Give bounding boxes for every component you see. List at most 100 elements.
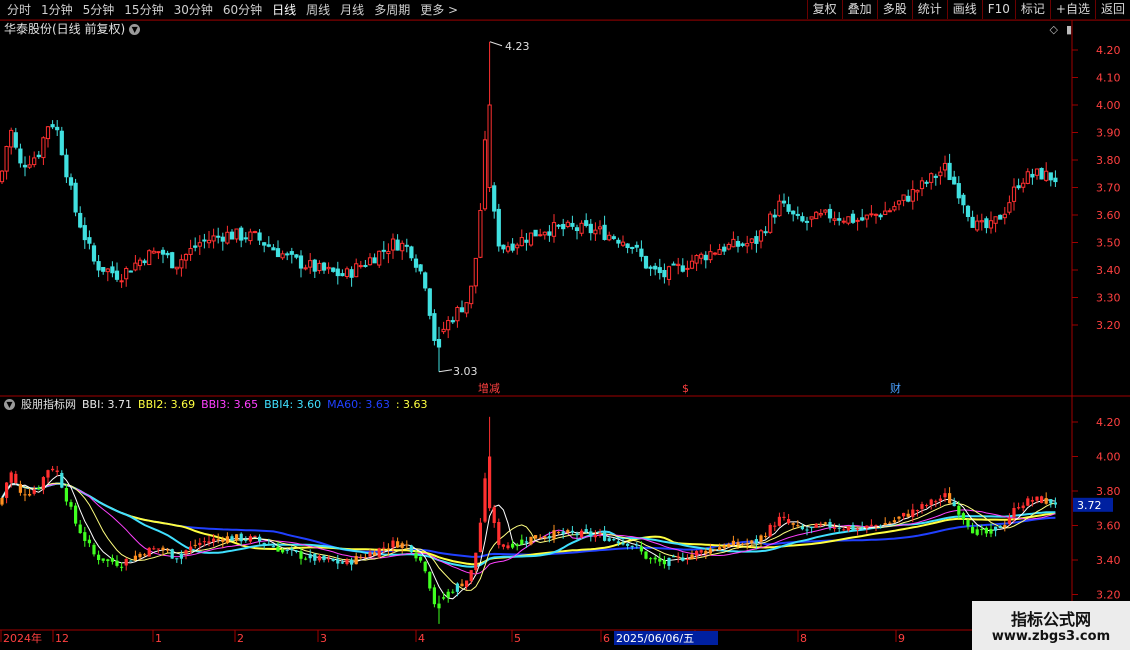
ind-candle-body xyxy=(469,570,473,582)
ind-candle-body xyxy=(736,542,740,546)
ind-candle-body xyxy=(294,550,298,552)
ind-candle-body xyxy=(718,547,722,551)
ind-candle-body xyxy=(846,526,850,531)
bbi-line xyxy=(1,474,1056,600)
main-axis-label-5: 3.70 xyxy=(1096,182,1121,195)
ind-candle-body xyxy=(754,539,758,544)
ind-candle-body xyxy=(929,499,933,506)
ind-candle-body xyxy=(1021,505,1025,509)
main-candle-body xyxy=(703,254,708,261)
main-candle-body xyxy=(662,269,667,278)
main-candle-body xyxy=(262,242,267,246)
ind-candle-body xyxy=(975,529,979,535)
ind-candle-body xyxy=(593,535,597,538)
main-candle-body xyxy=(331,267,336,272)
ind-candle-body xyxy=(5,482,9,498)
ind-candle-body xyxy=(1049,499,1053,504)
main-candle-body xyxy=(1034,168,1040,176)
indicator-candles xyxy=(0,416,1057,624)
ind-candle-body xyxy=(396,541,400,548)
main-candle-body xyxy=(436,339,442,348)
main-candle-body xyxy=(9,129,14,148)
main-candle-body xyxy=(919,180,925,190)
main-candle-body xyxy=(377,250,382,266)
main-candle-body xyxy=(469,285,474,305)
main-candle-body xyxy=(183,253,189,261)
main-candle-body xyxy=(574,227,580,232)
ind-candle-body xyxy=(455,583,459,592)
ind-candle-body xyxy=(244,539,248,541)
ind-candle-body xyxy=(879,525,883,527)
main-candle-body xyxy=(174,266,179,270)
main-candle-body xyxy=(804,220,810,223)
main-axis-label-6: 3.60 xyxy=(1096,209,1121,222)
main-candle-body xyxy=(883,210,888,216)
main-candle-body xyxy=(722,246,727,252)
ind-candle-body xyxy=(925,505,929,507)
main-candle-body xyxy=(749,238,754,244)
ind-candle-body xyxy=(943,493,947,498)
main-candle-body xyxy=(206,239,212,244)
ind-candle-body xyxy=(18,484,22,493)
ind-candle-body xyxy=(552,530,556,539)
main-candle-body xyxy=(55,126,60,131)
bbi2-line xyxy=(1,482,1056,591)
ind-candle-body xyxy=(998,525,1002,529)
main-candle-body xyxy=(432,313,437,341)
main-candle-body xyxy=(386,250,391,255)
ind-candle-body xyxy=(584,529,588,533)
main-candle-body xyxy=(289,251,294,255)
ind-candle-body xyxy=(386,548,390,550)
main-candle-body xyxy=(975,220,980,231)
ind-candle-body xyxy=(658,558,662,562)
ind-candle-body xyxy=(69,502,73,507)
ind-axis-label-5: 3.20 xyxy=(1096,589,1121,602)
main-candle-body xyxy=(929,173,934,183)
main-candle-body xyxy=(142,260,147,264)
ind-candle-body xyxy=(616,541,620,544)
main-candle-body xyxy=(998,214,1003,220)
time-label-1: 12 xyxy=(55,632,69,645)
ind-candle-body xyxy=(856,528,860,530)
main-axis-label-3: 3.90 xyxy=(1096,127,1121,140)
ind-candle-body xyxy=(64,487,68,502)
ind-candle-body xyxy=(575,533,579,536)
ind-candle-body xyxy=(423,561,427,572)
ind-candle-body xyxy=(520,539,524,545)
ind-candle-body xyxy=(409,545,413,553)
main-candle-body xyxy=(418,264,423,272)
main-candle-body xyxy=(965,205,971,217)
ind-candle-body xyxy=(1007,517,1011,524)
ind-candle-body xyxy=(212,538,216,542)
ind-candle-body xyxy=(538,537,542,539)
main-candle-body xyxy=(128,270,133,273)
main-candle-body xyxy=(27,164,32,168)
main-candle-body xyxy=(896,200,902,205)
ind-candle-body xyxy=(934,501,938,503)
main-candle-body xyxy=(887,210,892,213)
time-label-7: 6 xyxy=(603,632,610,645)
event-marker-0: 增减 xyxy=(478,381,500,395)
main-candle-body xyxy=(64,154,69,178)
main-candle-body xyxy=(59,130,64,156)
ind-candle-body xyxy=(1026,498,1030,506)
main-candle-body xyxy=(363,264,368,267)
main-candle-body xyxy=(137,259,143,267)
ind-candle-body xyxy=(653,557,657,560)
time-label-0: 2024年 xyxy=(3,631,42,645)
ind-candle-body xyxy=(626,543,630,546)
ind-candle-body xyxy=(580,530,584,537)
ind-candle-body xyxy=(524,541,528,543)
main-candle-body xyxy=(680,265,685,272)
main-candle-body xyxy=(841,220,846,223)
main-candle-body xyxy=(496,208,501,247)
kline-chart[interactable]: 4.20 4.10 4.00 3.90 3.80 3.70 3.60 3.50 3.40 3.30… xyxy=(0,0,1130,650)
main-candle-body xyxy=(91,245,97,262)
ind-candle-body xyxy=(382,547,386,549)
ind-candle-body xyxy=(764,535,768,537)
main-candle-body xyxy=(781,200,787,204)
main-candle-body xyxy=(101,266,106,272)
ind-candle-body xyxy=(285,549,289,551)
ind-candle-body xyxy=(101,558,105,561)
main-candle-body xyxy=(657,267,662,274)
